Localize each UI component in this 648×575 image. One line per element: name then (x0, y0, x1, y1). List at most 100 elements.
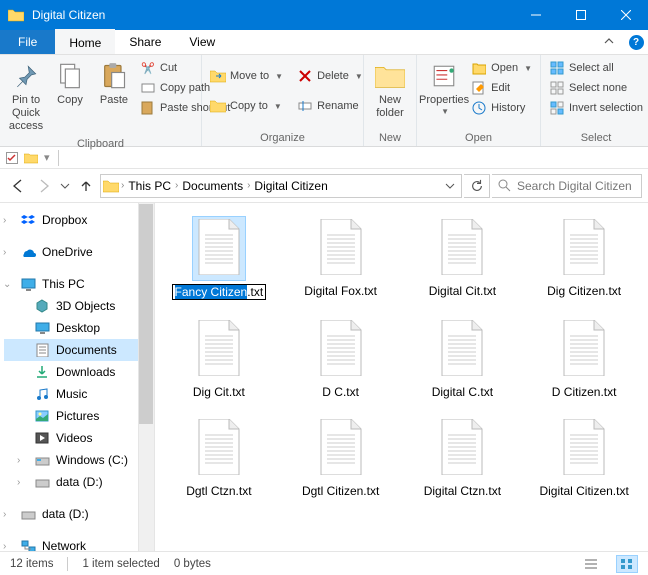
file-item[interactable]: Digital Citizen.txt (526, 413, 642, 502)
file-item[interactable]: Digital Fox.txt (283, 213, 399, 304)
sidebar-item-datad1[interactable]: ›data (D:) (4, 471, 154, 493)
forward-button[interactable] (32, 174, 56, 198)
share-tab[interactable]: Share (115, 30, 175, 54)
select-none-button[interactable]: Select none (545, 79, 647, 97)
collapse-ribbon-button[interactable] (594, 30, 624, 54)
breadcrumb-thispc[interactable]: This PC (126, 179, 173, 193)
open-button[interactable]: Open▼ (467, 59, 536, 77)
expand-icon[interactable]: › (17, 477, 20, 488)
expand-icon[interactable]: › (3, 247, 6, 258)
breadcrumb-documents[interactable]: Documents (180, 179, 245, 193)
pin-quick-access-button[interactable]: Pin to Quick access (4, 57, 48, 137)
expand-icon[interactable]: › (3, 541, 6, 552)
pin-label: Pin to Quick access (9, 94, 43, 134)
status-bar: 12 items 1 item selected 0 bytes (0, 551, 648, 575)
file-item[interactable]: Digital Ctzn.txt (405, 413, 521, 502)
file-label: Dig Citizen.txt (547, 284, 621, 298)
maximize-button[interactable] (558, 0, 603, 30)
sidebar-item-3dobjects[interactable]: 3D Objects (4, 295, 154, 317)
ribbon: Pin to Quick access Copy Paste ✂️Cut Cop… (0, 55, 648, 147)
copy-button[interactable]: Copy (48, 57, 92, 110)
delete-button[interactable]: Delete▼ (293, 67, 367, 85)
sidebar-item-documents[interactable]: Documents (4, 339, 154, 361)
rename-button[interactable]: Rename (293, 97, 367, 115)
sidebar-item-pictures[interactable]: Pictures (4, 405, 154, 427)
home-tab[interactable]: Home (55, 29, 115, 54)
file-item[interactable]: Dgtl Citizen.txt (283, 413, 399, 502)
history-button[interactable]: History (467, 99, 536, 117)
move-to-button[interactable]: Move to▼ (206, 67, 287, 85)
expand-icon[interactable]: › (17, 455, 20, 466)
move-to-icon (210, 68, 226, 84)
invert-selection-button[interactable]: Invert selection (545, 99, 647, 117)
file-item[interactable]: Dig Citizen.txt (526, 213, 642, 304)
paste-icon (98, 60, 130, 92)
properties-icon (428, 60, 460, 92)
file-item[interactable]: Dig Cit.txt (161, 314, 277, 403)
refresh-button[interactable] (464, 174, 490, 198)
file-item[interactable]: Digital Cit.txt (405, 213, 521, 304)
properties-button[interactable]: Properties▼ (421, 57, 467, 120)
file-item[interactable]: D C.txt (283, 314, 399, 403)
expand-icon[interactable]: › (3, 509, 6, 520)
sidebar-item-downloads[interactable]: Downloads (4, 361, 154, 383)
sidebar-item-dropbox[interactable]: ›Dropbox (4, 209, 154, 231)
file-pane[interactable]: Fancy Citizen.txtDigital Fox.txtDigital … (155, 203, 648, 551)
text-file-icon (315, 417, 367, 480)
sidebar-item-windowsc[interactable]: ›Windows (C:) (4, 449, 154, 471)
drive-icon (34, 474, 50, 490)
sidebar-item-datad2[interactable]: ›data (D:) (4, 503, 154, 525)
view-tab[interactable]: View (175, 30, 229, 54)
help-button[interactable]: ? (624, 30, 648, 54)
text-file-icon (436, 417, 488, 480)
search-box[interactable]: Search Digital Citizen (492, 174, 642, 198)
sidebar-item-onedrive[interactable]: ›OneDrive (4, 241, 154, 263)
sidebar-item-thispc[interactable]: ⌄This PC (4, 273, 154, 295)
file-label[interactable]: Fancy Citizen.txt (172, 284, 267, 300)
sidebar-item-network[interactable]: ›Network (4, 535, 154, 551)
dropdown-icon: ▼ (274, 102, 282, 111)
edit-button[interactable]: Edit (467, 79, 536, 97)
address-dropdown[interactable] (441, 174, 459, 198)
paste-button[interactable]: Paste (92, 57, 136, 110)
folder-icon (24, 152, 38, 164)
select-all-button[interactable]: Select all (545, 59, 647, 77)
file-label: Dgtl Ctzn.txt (186, 484, 251, 498)
breadcrumb-current[interactable]: Digital Citizen (252, 179, 329, 193)
minimize-button[interactable] (513, 0, 558, 30)
new-folder-button[interactable]: New folder (368, 57, 412, 123)
file-label: Digital Cit.txt (429, 284, 496, 298)
sidebar-item-desktop[interactable]: Desktop (4, 317, 154, 339)
new-group-label: New (368, 131, 412, 146)
content-body: ›Dropbox ›OneDrive ⌄This PC 3D Objects D… (0, 203, 648, 551)
file-item[interactable]: Fancy Citizen.txt (161, 213, 277, 304)
chevron-right-icon[interactable]: › (247, 180, 250, 191)
text-file-icon (315, 217, 367, 280)
address-bar[interactable]: › This PC › Documents › Digital Citizen (100, 174, 462, 198)
chevron-right-icon[interactable]: › (121, 180, 124, 191)
check-icon (6, 152, 18, 164)
text-file-icon (315, 318, 367, 381)
chevron-right-icon[interactable]: › (175, 180, 178, 191)
file-item[interactable]: D Citizen.txt (526, 314, 642, 403)
file-tab[interactable]: File (0, 30, 55, 54)
back-button[interactable] (6, 174, 30, 198)
copy-path-icon (140, 80, 156, 96)
sidebar-item-music[interactable]: Music (4, 383, 154, 405)
icons-view-button[interactable] (616, 555, 638, 573)
3d-icon (34, 298, 50, 314)
file-item[interactable]: Dgtl Ctzn.txt (161, 413, 277, 502)
text-file-icon (193, 318, 245, 381)
recent-button[interactable] (58, 174, 72, 198)
expand-icon[interactable]: › (3, 215, 6, 226)
scrollbar-thumb[interactable] (139, 204, 153, 424)
copy-to-button[interactable]: Copy to▼ (206, 97, 287, 115)
file-item[interactable]: Digital C.txt (405, 314, 521, 403)
sidebar-scrollbar[interactable] (138, 203, 154, 551)
sidebar-item-videos[interactable]: Videos (4, 427, 154, 449)
close-button[interactable] (603, 0, 648, 30)
up-button[interactable] (74, 174, 98, 198)
collapse-icon[interactable]: ⌄ (3, 279, 11, 290)
pictures-icon (34, 408, 50, 424)
details-view-button[interactable] (580, 555, 602, 573)
